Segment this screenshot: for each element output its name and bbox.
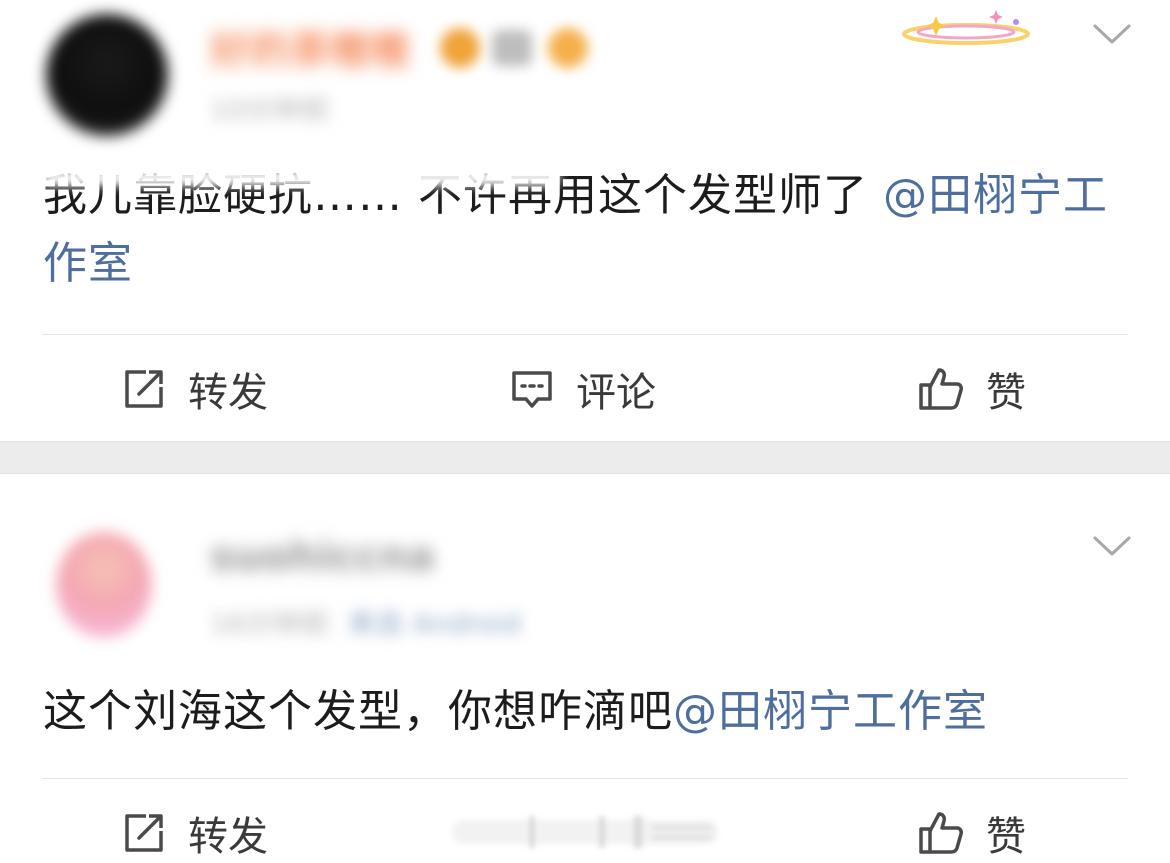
blur-smudge — [40, 170, 560, 186]
comment-button[interactable]: 评论 — [510, 360, 656, 418]
post-meta: 16分钟前 来自 Android — [210, 602, 521, 642]
comment-icon — [512, 371, 552, 408]
repost-button[interactable]: 转发 — [122, 360, 268, 418]
comment-label: 评论 — [576, 370, 656, 416]
comment-card: 好的茶嗷嗷 10分钟前 我儿靠脸硬抗…… 不许再用这个发型师了 @田栩宁工作室 — [0, 0, 1170, 441]
avatar[interactable] — [46, 14, 168, 136]
repost-icon — [125, 814, 163, 852]
like-button[interactable]: 赞 — [918, 360, 1026, 418]
repost-label: 转发 — [188, 370, 268, 416]
comment-body: 这个刘海这个发型，你想咋滴吧 — [43, 686, 673, 737]
comment-card: suohiccna 16分钟前 来自 Android 这个刘海这个发型，你想咋滴吧… — [0, 474, 1170, 863]
thumbs-up-icon — [919, 368, 963, 410]
mention-link[interactable]: @田栩宁工作室 — [673, 686, 988, 737]
thumbs-up-icon — [919, 812, 963, 854]
blur-smudge — [470, 658, 696, 674]
repost-label: 转发 — [188, 814, 268, 860]
level-badge-icon — [492, 30, 532, 66]
post-source: 来自 Android — [347, 607, 521, 640]
username[interactable]: 好的茶嗷嗷 — [210, 18, 410, 76]
fan-badge-icon — [548, 28, 588, 68]
username[interactable]: suohiccna — [210, 534, 435, 580]
like-label: 赞 — [986, 814, 1026, 860]
card-separator — [0, 441, 1170, 474]
vip-badge-icon — [440, 28, 480, 68]
divider — [42, 334, 1128, 335]
repost-button[interactable]: 转发 — [122, 804, 268, 862]
weibo-comment-feed: 好的茶嗷嗷 10分钟前 我儿靠脸硬抗…… 不许再用这个发型师了 @田栩宁工作室 — [0, 0, 1170, 863]
like-label: 赞 — [986, 370, 1026, 416]
divider — [42, 778, 1128, 779]
chevron-down-icon[interactable] — [1092, 534, 1132, 558]
comment-button-blurred[interactable] — [452, 814, 718, 850]
post-time: 10分钟前 — [210, 93, 330, 126]
like-button[interactable]: 赞 — [918, 804, 1026, 862]
sparkle-halo-icon — [902, 10, 1030, 45]
chevron-down-icon[interactable] — [1092, 22, 1132, 46]
post-time: 16分钟前 — [210, 607, 330, 640]
repost-icon — [125, 370, 163, 408]
avatar[interactable] — [56, 532, 152, 638]
comment-text: 这个刘海这个发型，你想咋滴吧@田栩宁工作室 — [43, 678, 1133, 746]
